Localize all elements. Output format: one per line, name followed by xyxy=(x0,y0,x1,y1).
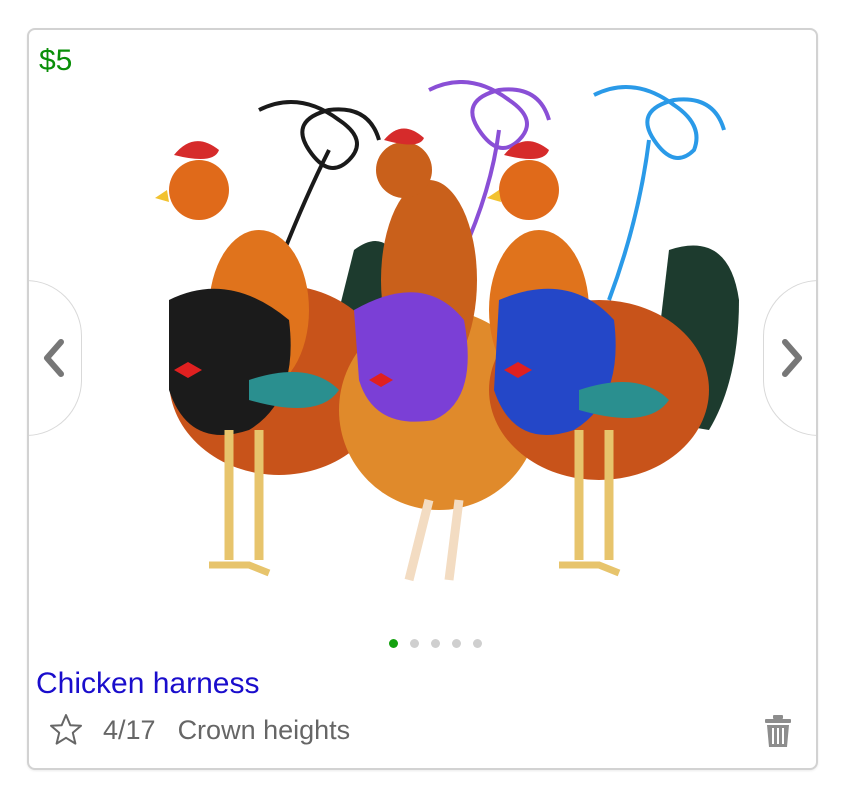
listing-title-link[interactable]: Chicken harness xyxy=(36,667,259,701)
posted-date: 4/17 xyxy=(103,714,156,745)
location-label: Crown heights xyxy=(177,714,351,745)
listing-photo[interactable] xyxy=(129,80,739,600)
listing-meta: 4/17 Crown heights xyxy=(49,710,350,750)
rooster-right xyxy=(487,141,739,577)
image-pager xyxy=(29,639,816,648)
pager-dot[interactable] xyxy=(452,639,461,648)
trash-icon[interactable] xyxy=(764,714,792,748)
pager-dot[interactable] xyxy=(389,639,398,648)
pager-dot[interactable] xyxy=(410,639,419,648)
chevron-left-icon xyxy=(43,339,64,377)
pager-dot[interactable] xyxy=(473,639,482,648)
star-outline-icon[interactable] xyxy=(49,713,83,747)
pager-dot[interactable] xyxy=(431,639,440,648)
price-label: $5 xyxy=(39,44,73,77)
next-image-button[interactable] xyxy=(763,280,816,436)
chevron-right-icon xyxy=(781,339,802,377)
listing-card[interactable]: $5 Chicken harness 4/17 Crown heights xyxy=(27,28,818,770)
image-gallery: $5 xyxy=(29,30,816,660)
previous-image-button[interactable] xyxy=(29,280,82,436)
